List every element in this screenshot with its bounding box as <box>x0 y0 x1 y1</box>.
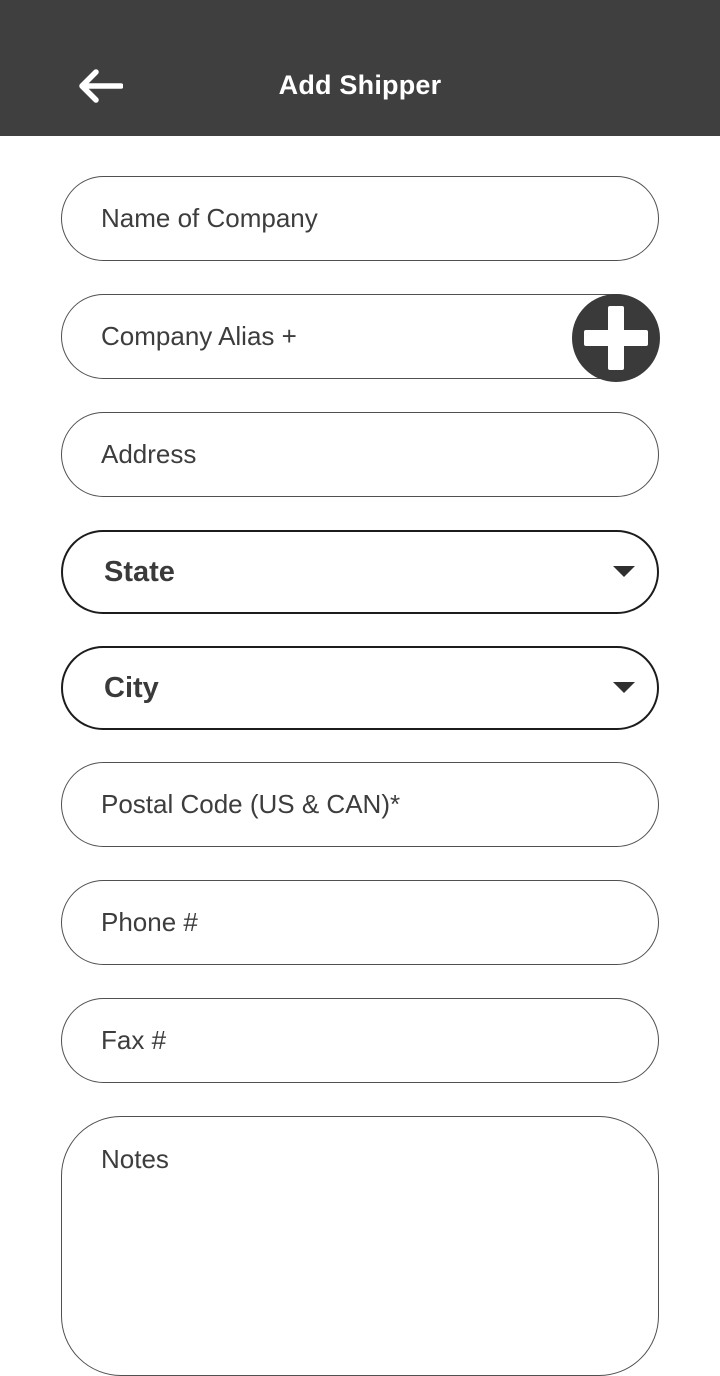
phone-input[interactable] <box>62 881 658 964</box>
page-title: Add Shipper <box>278 70 442 100</box>
caret-down-icon <box>613 682 635 693</box>
phone-field-container <box>61 880 659 965</box>
fax-input[interactable] <box>62 999 658 1082</box>
fax-field-container <box>61 998 659 1083</box>
company-name-field-container <box>61 176 659 261</box>
postal-code-field-container <box>61 762 659 847</box>
postal-code-input[interactable] <box>62 763 658 846</box>
notes-field-container <box>61 1116 659 1376</box>
company-name-input[interactable] <box>62 177 658 260</box>
notes-textarea[interactable] <box>62 1117 658 1375</box>
caret-down-icon <box>613 566 635 577</box>
state-select[interactable]: State <box>61 530 659 614</box>
company-alias-input[interactable] <box>62 295 658 378</box>
company-alias-field-container <box>61 294 659 379</box>
city-select[interactable]: City <box>61 646 659 730</box>
app-bar: Add Shipper <box>0 0 720 136</box>
city-select-value: City <box>104 671 159 704</box>
address-field-container <box>61 412 659 497</box>
state-select-value: State <box>104 555 175 588</box>
address-input[interactable] <box>62 413 658 496</box>
add-alias-button[interactable] <box>572 294 660 382</box>
